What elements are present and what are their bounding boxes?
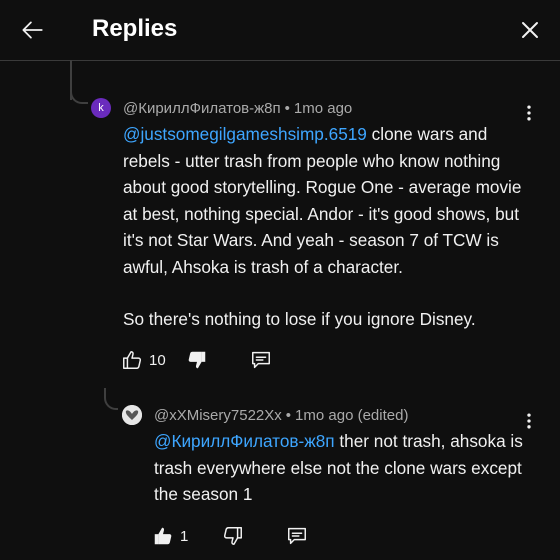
thumb-down-icon (188, 351, 205, 369)
reply-comment-icon (288, 527, 307, 545)
comment-text: @justsomegilgameshsimp.6519 clone wars a… (123, 121, 533, 333)
comment-actions: 1 (152, 522, 308, 550)
like-count: 1 (180, 527, 189, 545)
comment-meta: @КириллФилатов-ж8п • 1mo ago (123, 99, 352, 119)
thumb-up-filled-icon (154, 527, 172, 545)
reply-comment-icon (251, 351, 270, 369)
comment-author[interactable]: @КириллФилатов-ж8п (123, 100, 281, 117)
comment-author[interactable]: @xXMisery7522Xx (154, 407, 282, 424)
comment-text: @КириллФилатов-ж8п ther not trash, ahsok… (154, 428, 534, 508)
avatar-image-icon (122, 405, 142, 425)
close-button[interactable] (512, 12, 548, 48)
reply-button[interactable] (286, 525, 308, 547)
comment-paragraph-2: So there's nothing to lose if you ignore… (123, 309, 476, 329)
like-count: 10 (149, 351, 166, 369)
thread-connector (104, 388, 118, 410)
comment-time: 1mo ago (edited) (295, 407, 409, 424)
more-vert-icon (527, 105, 531, 121)
dislike-button[interactable] (186, 349, 208, 371)
comment-actions: 10 (121, 346, 272, 374)
thread-connector (70, 80, 88, 104)
meta-separator: • (285, 407, 292, 424)
dislike-button[interactable] (222, 525, 244, 547)
back-button[interactable] (14, 12, 50, 48)
comment-paragraph: @justsomegilgameshsimp.6519 clone wars a… (123, 121, 533, 280)
thumb-down-icon (224, 527, 243, 545)
comment-meta: @xXMisery7522Xx • 1mo ago (edited) (154, 406, 408, 426)
avatar[interactable] (122, 405, 142, 425)
like-button[interactable]: 10 (121, 349, 166, 371)
like-button[interactable]: 1 (152, 525, 188, 547)
mention-link[interactable]: @justsomegilgameshsimp.6519 (123, 124, 367, 144)
mention-link[interactable]: @КириллФилатов-ж8п (154, 431, 335, 451)
comment-content: clone wars and rebels - utter trash from… (123, 124, 522, 277)
avatar-letter: k (98, 102, 104, 114)
page-title: Replies (92, 15, 178, 42)
comment-time: 1mo ago (293, 100, 353, 117)
close-icon (522, 22, 538, 38)
reply-button[interactable] (250, 349, 272, 371)
meta-separator: • (284, 100, 290, 117)
arrow-back-icon (22, 21, 43, 39)
header-bar: Replies (0, 0, 560, 61)
avatar[interactable]: k (91, 98, 111, 118)
thumb-up-icon (123, 351, 142, 369)
